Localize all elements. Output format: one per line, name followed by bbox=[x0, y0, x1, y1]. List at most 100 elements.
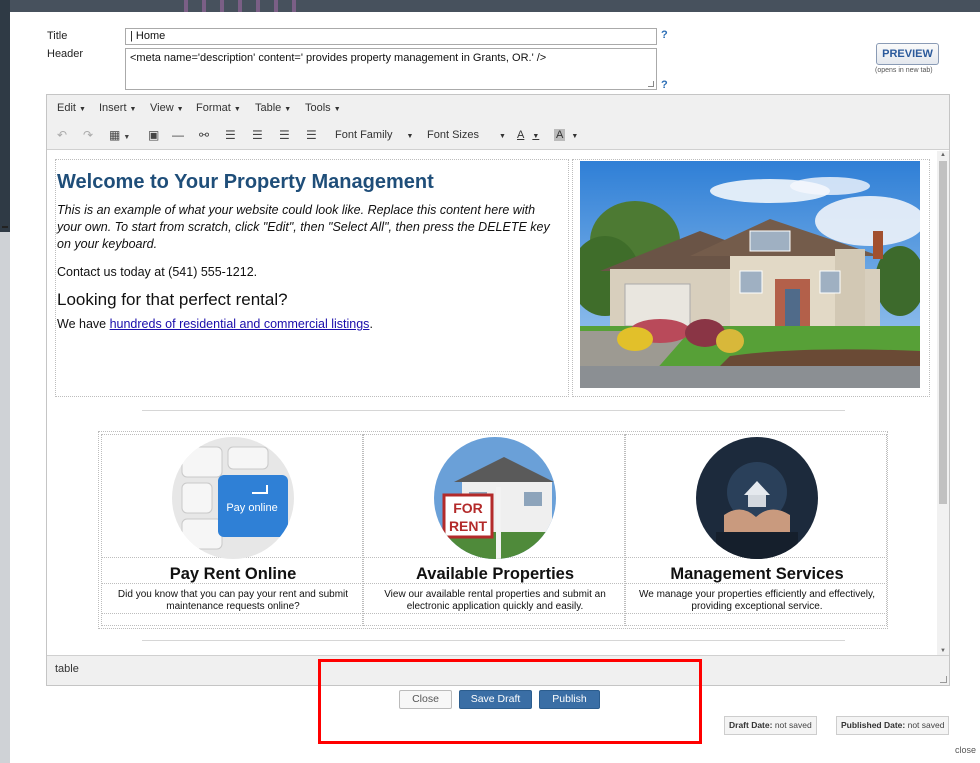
scroll-up-icon[interactable]: ▲ bbox=[940, 152, 946, 158]
background-top-strip bbox=[0, 0, 980, 12]
feature-cell-pay-rent[interactable]: Pay online Pay Rent Online Did you know … bbox=[101, 434, 363, 626]
rich-text-editor: Edit ▼ Insert ▼ View ▼ Format ▼ Table ▼ Tools… bbox=[46, 94, 950, 686]
chevron-down-icon: ▼ bbox=[284, 106, 292, 113]
align-left-icon[interactable]: ☰ bbox=[225, 128, 236, 142]
close-link[interactable]: close bbox=[955, 745, 976, 755]
draft-date-value: not saved bbox=[772, 720, 812, 730]
font-sizes-label: Font Sizes bbox=[427, 129, 479, 141]
hands-house-image bbox=[696, 437, 818, 559]
font-family-select[interactable]: Font Family ▼ bbox=[335, 129, 413, 141]
background-color-button[interactable]: A ▼ bbox=[554, 129, 578, 141]
rental-heading: Looking for that perfect rental? bbox=[57, 290, 288, 309]
menu-edit-label: Edit bbox=[57, 102, 76, 114]
title-label: Title bbox=[47, 30, 68, 42]
pay-online-keyboard-image: Pay online bbox=[172, 437, 294, 559]
feature-desc-management-services: We manage your properties efficiently an… bbox=[638, 589, 876, 612]
menu-table[interactable]: Table ▼ bbox=[255, 102, 291, 114]
undo-icon[interactable]: ↶ bbox=[57, 128, 67, 142]
chevron-down-icon: ▼ bbox=[233, 106, 241, 113]
link-icon[interactable]: ⚯ bbox=[199, 128, 209, 142]
published-date-value: not saved bbox=[905, 720, 945, 730]
menu-insert[interactable]: Insert ▼ bbox=[99, 102, 136, 114]
chevron-down-icon: ▼ bbox=[406, 133, 414, 140]
draft-date-badge: Draft Date: not saved bbox=[724, 716, 817, 735]
menu-view-label: View bbox=[150, 102, 174, 114]
listings-link[interactable]: hundreds of residential and commercial l… bbox=[110, 317, 370, 331]
chevron-down-icon: ▼ bbox=[498, 133, 506, 140]
for-rent-sign-text-rent: RENT bbox=[449, 518, 488, 534]
chevron-down-icon: ▼ bbox=[333, 106, 341, 113]
feature-desc-pay-rent: Did you know that you can pay your rent … bbox=[117, 589, 349, 612]
editor-content-area[interactable]: Welcome to Your Property Management This… bbox=[47, 151, 937, 655]
horizontal-rule bbox=[142, 410, 845, 411]
pay-online-key-text: Pay online bbox=[226, 502, 277, 514]
feature-title-management-services: Management Services bbox=[670, 565, 844, 583]
header-textarea-value: <meta name='description' content=' provi… bbox=[130, 52, 547, 64]
content-scrollbar[interactable]: ▲ ▼ bbox=[937, 151, 949, 655]
contact-line: Contact us today at (541) 555-1212. bbox=[57, 265, 258, 279]
background-left-edge bbox=[0, 0, 10, 763]
for-rent-sign-image: FOR RENT bbox=[434, 437, 556, 559]
background-color-icon: A bbox=[554, 129, 566, 141]
textarea-resize-grip[interactable] bbox=[648, 81, 654, 87]
text-color-button[interactable]: A ▼ bbox=[517, 129, 539, 141]
editor-resize-handle[interactable] bbox=[940, 676, 947, 683]
feature-title-available-properties: Available Properties bbox=[415, 565, 575, 583]
horizontal-rule-icon[interactable]: — bbox=[172, 128, 184, 142]
scrollbar-thumb[interactable] bbox=[939, 161, 947, 504]
for-rent-sign-text-for: FOR bbox=[453, 500, 483, 516]
menu-view[interactable]: View ▼ bbox=[150, 102, 184, 114]
table-icon[interactable]: ▦ ▼ bbox=[109, 128, 130, 145]
justify-icon[interactable]: ☰ bbox=[306, 128, 317, 142]
text-color-icon: A bbox=[517, 129, 525, 141]
feature-title-pay-rent: Pay Rent Online bbox=[169, 565, 297, 583]
title-help-icon[interactable]: ? bbox=[661, 29, 668, 41]
menu-format[interactable]: Format ▼ bbox=[196, 102, 241, 114]
intro-paragraph: This is an example of what your website … bbox=[57, 203, 550, 251]
title-input[interactable]: | Home bbox=[125, 28, 657, 45]
listings-paragraph: We have hundreds of residential and comm… bbox=[57, 317, 373, 331]
draft-date-label: Draft Date: bbox=[729, 720, 773, 730]
highlight-box bbox=[318, 659, 702, 744]
chevron-down-icon: ▼ bbox=[571, 133, 579, 140]
menu-insert-label: Insert bbox=[99, 102, 127, 114]
header-label: Header bbox=[47, 48, 84, 60]
listings-prefix: We have bbox=[57, 317, 110, 331]
preview-button[interactable]: PREVIEW bbox=[876, 43, 939, 65]
published-date-badge: Published Date: not saved bbox=[836, 716, 950, 735]
horizontal-rule bbox=[142, 640, 845, 641]
feature-desc-available-properties: View our available rental properties and… bbox=[384, 589, 606, 612]
element-path[interactable]: table bbox=[55, 663, 79, 675]
menu-table-label: Table bbox=[255, 102, 282, 114]
chevron-down-icon: ▼ bbox=[129, 106, 137, 113]
feature-cell-available-properties[interactable]: FOR RENT Available Properties View our a… bbox=[363, 434, 625, 626]
features-table[interactable]: Pay online Pay Rent Online Did you know … bbox=[98, 431, 888, 629]
scroll-down-icon[interactable]: ▼ bbox=[940, 648, 946, 654]
font-sizes-select[interactable]: Font Sizes ▼ bbox=[427, 129, 506, 141]
published-date-label: Published Date: bbox=[841, 720, 906, 730]
header-help-icon[interactable]: ? bbox=[661, 79, 668, 91]
chevron-down-icon: ▼ bbox=[78, 106, 86, 113]
align-right-icon[interactable]: ☰ bbox=[279, 128, 290, 142]
chevron-down-icon: ▼ bbox=[176, 106, 184, 113]
background-left-marker bbox=[2, 226, 8, 228]
welcome-heading: Welcome to Your Property Management bbox=[57, 171, 434, 193]
editor-toolbar: ↶ ↷ ▦ ▼ ▣ — ⚯ ☰ ☰ ☰ ☰ Font Family ▼ Font S… bbox=[47, 120, 949, 150]
background-decoration bbox=[170, 0, 300, 12]
preview-note: (opens in new tab) bbox=[875, 67, 933, 74]
background-left-panel bbox=[0, 232, 10, 763]
listings-suffix: . bbox=[369, 317, 373, 331]
editor-menubar: Edit ▼ Insert ▼ View ▼ Format ▼ Table ▼ Tools… bbox=[47, 95, 949, 120]
align-center-icon[interactable]: ☰ bbox=[252, 128, 263, 142]
menu-tools[interactable]: Tools ▼ bbox=[305, 102, 341, 114]
header-textarea[interactable]: <meta name='description' content=' provi… bbox=[125, 48, 657, 90]
feature-cell-management-services[interactable]: Management Services We manage your prope… bbox=[625, 434, 887, 626]
menu-edit[interactable]: Edit ▼ bbox=[57, 102, 86, 114]
house-photo bbox=[580, 161, 920, 388]
image-icon[interactable]: ▣ bbox=[148, 128, 159, 142]
redo-icon[interactable]: ↷ bbox=[83, 128, 93, 142]
chevron-down-icon: ▼ bbox=[532, 133, 540, 140]
font-family-label: Font Family bbox=[335, 129, 393, 141]
menu-format-label: Format bbox=[196, 102, 231, 114]
menu-tools-label: Tools bbox=[305, 102, 331, 114]
